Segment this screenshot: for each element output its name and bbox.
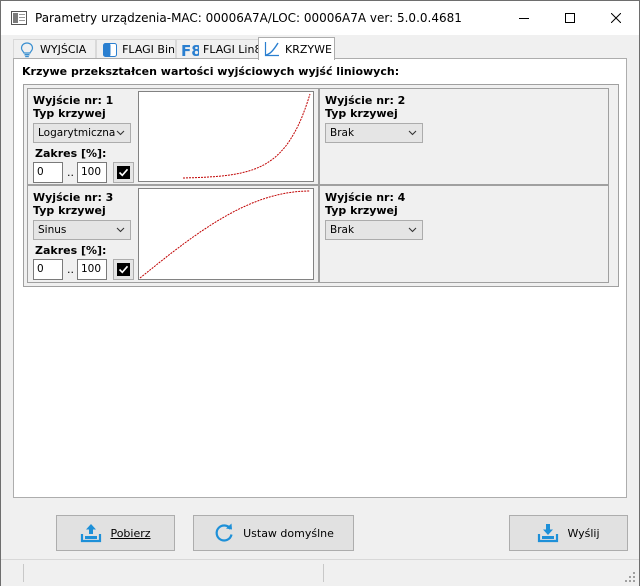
output-2-curve-type-select[interactable]: Brak xyxy=(325,123,423,143)
output-4-title: Wyjście nr: 4 xyxy=(325,191,406,204)
panel-heading: Krzywe przekształcen wartości wyjściowyc… xyxy=(22,65,400,78)
output-1-panel: Wyjście nr: 1 Typ krzywej Logarytmiczna … xyxy=(27,88,319,185)
output-1-curve-line xyxy=(183,93,311,179)
output-3-title: Wyjście nr: 3 xyxy=(33,191,114,204)
main-window: Parametry urządzenia-MAC: 00006A7A/LOC: … xyxy=(0,0,640,586)
title-bar: Parametry urządzenia-MAC: 00006A7A/LOC: … xyxy=(1,1,639,35)
tab-label: FLAGI Bin xyxy=(122,43,175,56)
output-3-range-label: Zakres [%]: xyxy=(35,244,107,257)
output-3-type-label: Typ krzywej xyxy=(33,204,106,217)
tab-flagi-bin[interactable]: FLAGI Bin xyxy=(96,39,176,59)
svg-text:F8: F8 xyxy=(181,42,199,58)
tab-krzywe[interactable]: KRZYWE xyxy=(258,37,335,60)
window-title: Parametry urządzenia-MAC: 00006A7A/LOC: … xyxy=(35,11,462,25)
resize-grip-icon[interactable] xyxy=(624,571,636,583)
status-separator xyxy=(23,564,24,582)
output-1-enable-checkbox[interactable] xyxy=(113,162,134,183)
status-separator xyxy=(323,564,324,582)
tab-flagi-lin8[interactable]: F8 FLAGI Lin8 xyxy=(176,39,266,59)
refresh-icon xyxy=(213,522,235,544)
output-1-type-label: Typ krzywej xyxy=(33,107,106,120)
tab-label: KRZYWE xyxy=(285,42,332,56)
send-button[interactable]: Wyślij xyxy=(509,515,628,551)
fetch-button-label: Pobierz xyxy=(110,526,151,540)
close-icon xyxy=(611,13,621,23)
output-3-range-to-input[interactable]: 100 xyxy=(77,259,107,280)
output-1-range-from-input[interactable]: 0 xyxy=(33,162,63,183)
checkmark-icon xyxy=(118,265,129,274)
output-3-enable-checkbox[interactable] xyxy=(113,259,134,280)
output-1-curve-type-select[interactable]: Logarytmiczna xyxy=(33,123,131,143)
output-1-range-label: Zakres [%]: xyxy=(35,147,107,160)
checkmark-icon xyxy=(118,168,129,177)
send-button-label: Wyślij xyxy=(567,526,600,540)
output-1-curve-plot xyxy=(138,91,314,182)
half-square-icon xyxy=(101,42,118,58)
minimize-button[interactable] xyxy=(501,1,547,35)
chevron-down-icon xyxy=(116,227,125,233)
output-1-range-to-input[interactable]: 100 xyxy=(77,162,107,183)
output-4-type-label: Typ krzywej xyxy=(325,204,398,217)
range-separator: .. xyxy=(67,166,74,179)
output-2-type-label: Typ krzywej xyxy=(325,107,398,120)
tab-label: FLAGI Lin8 xyxy=(203,43,262,56)
tab-wyjscia[interactable]: WYJŚCIA xyxy=(13,39,96,59)
output-3-curve-type-select[interactable]: Sinus xyxy=(33,220,131,240)
fetch-button[interactable]: Pobierz xyxy=(56,515,175,551)
output-4-panel: Wyjście nr: 4 Typ krzywej Brak xyxy=(319,185,609,283)
chevron-down-icon xyxy=(408,227,417,233)
tab-panel-krzywe: Krzywe przekształcen wartości wyjściowyc… xyxy=(13,58,627,498)
chevron-down-icon xyxy=(408,130,417,136)
output-3-panel: Wyjście nr: 3 Typ krzywej Sinus Zakres [… xyxy=(27,185,319,283)
outputs-grid: Wyjście nr: 1 Typ krzywej Logarytmiczna … xyxy=(23,84,619,287)
output-3-range-from-input[interactable]: 0 xyxy=(33,259,63,280)
output-2-title: Wyjście nr: 2 xyxy=(325,94,406,107)
curve-icon xyxy=(263,41,281,57)
tab-label: WYJŚCIA xyxy=(40,43,87,56)
set-defaults-button-label: Ustaw domyślne xyxy=(243,526,334,540)
lightbulb-icon xyxy=(18,41,36,58)
output-1-title: Wyjście nr: 1 xyxy=(33,94,114,107)
maximize-icon xyxy=(565,13,575,23)
app-window-icon xyxy=(11,11,27,25)
f8-icon: F8 xyxy=(181,42,199,58)
upload-icon xyxy=(80,522,102,544)
status-bar xyxy=(1,559,639,586)
set-defaults-button[interactable]: Ustaw domyślne xyxy=(193,515,354,551)
select-value: Sinus xyxy=(38,224,67,236)
select-value: Brak xyxy=(330,127,355,139)
select-value: Brak xyxy=(330,224,355,236)
output-3-curve-line xyxy=(139,190,310,279)
download-icon xyxy=(537,522,559,544)
chevron-down-icon xyxy=(116,130,125,136)
range-separator: .. xyxy=(67,263,74,276)
close-button[interactable] xyxy=(593,1,639,35)
maximize-button[interactable] xyxy=(547,1,593,35)
output-4-curve-type-select[interactable]: Brak xyxy=(325,220,423,240)
minimize-icon xyxy=(519,18,529,19)
output-2-panel: Wyjście nr: 2 Typ krzywej Brak xyxy=(319,88,609,185)
output-3-curve-plot xyxy=(138,188,314,280)
select-value: Logarytmiczna xyxy=(38,127,116,139)
